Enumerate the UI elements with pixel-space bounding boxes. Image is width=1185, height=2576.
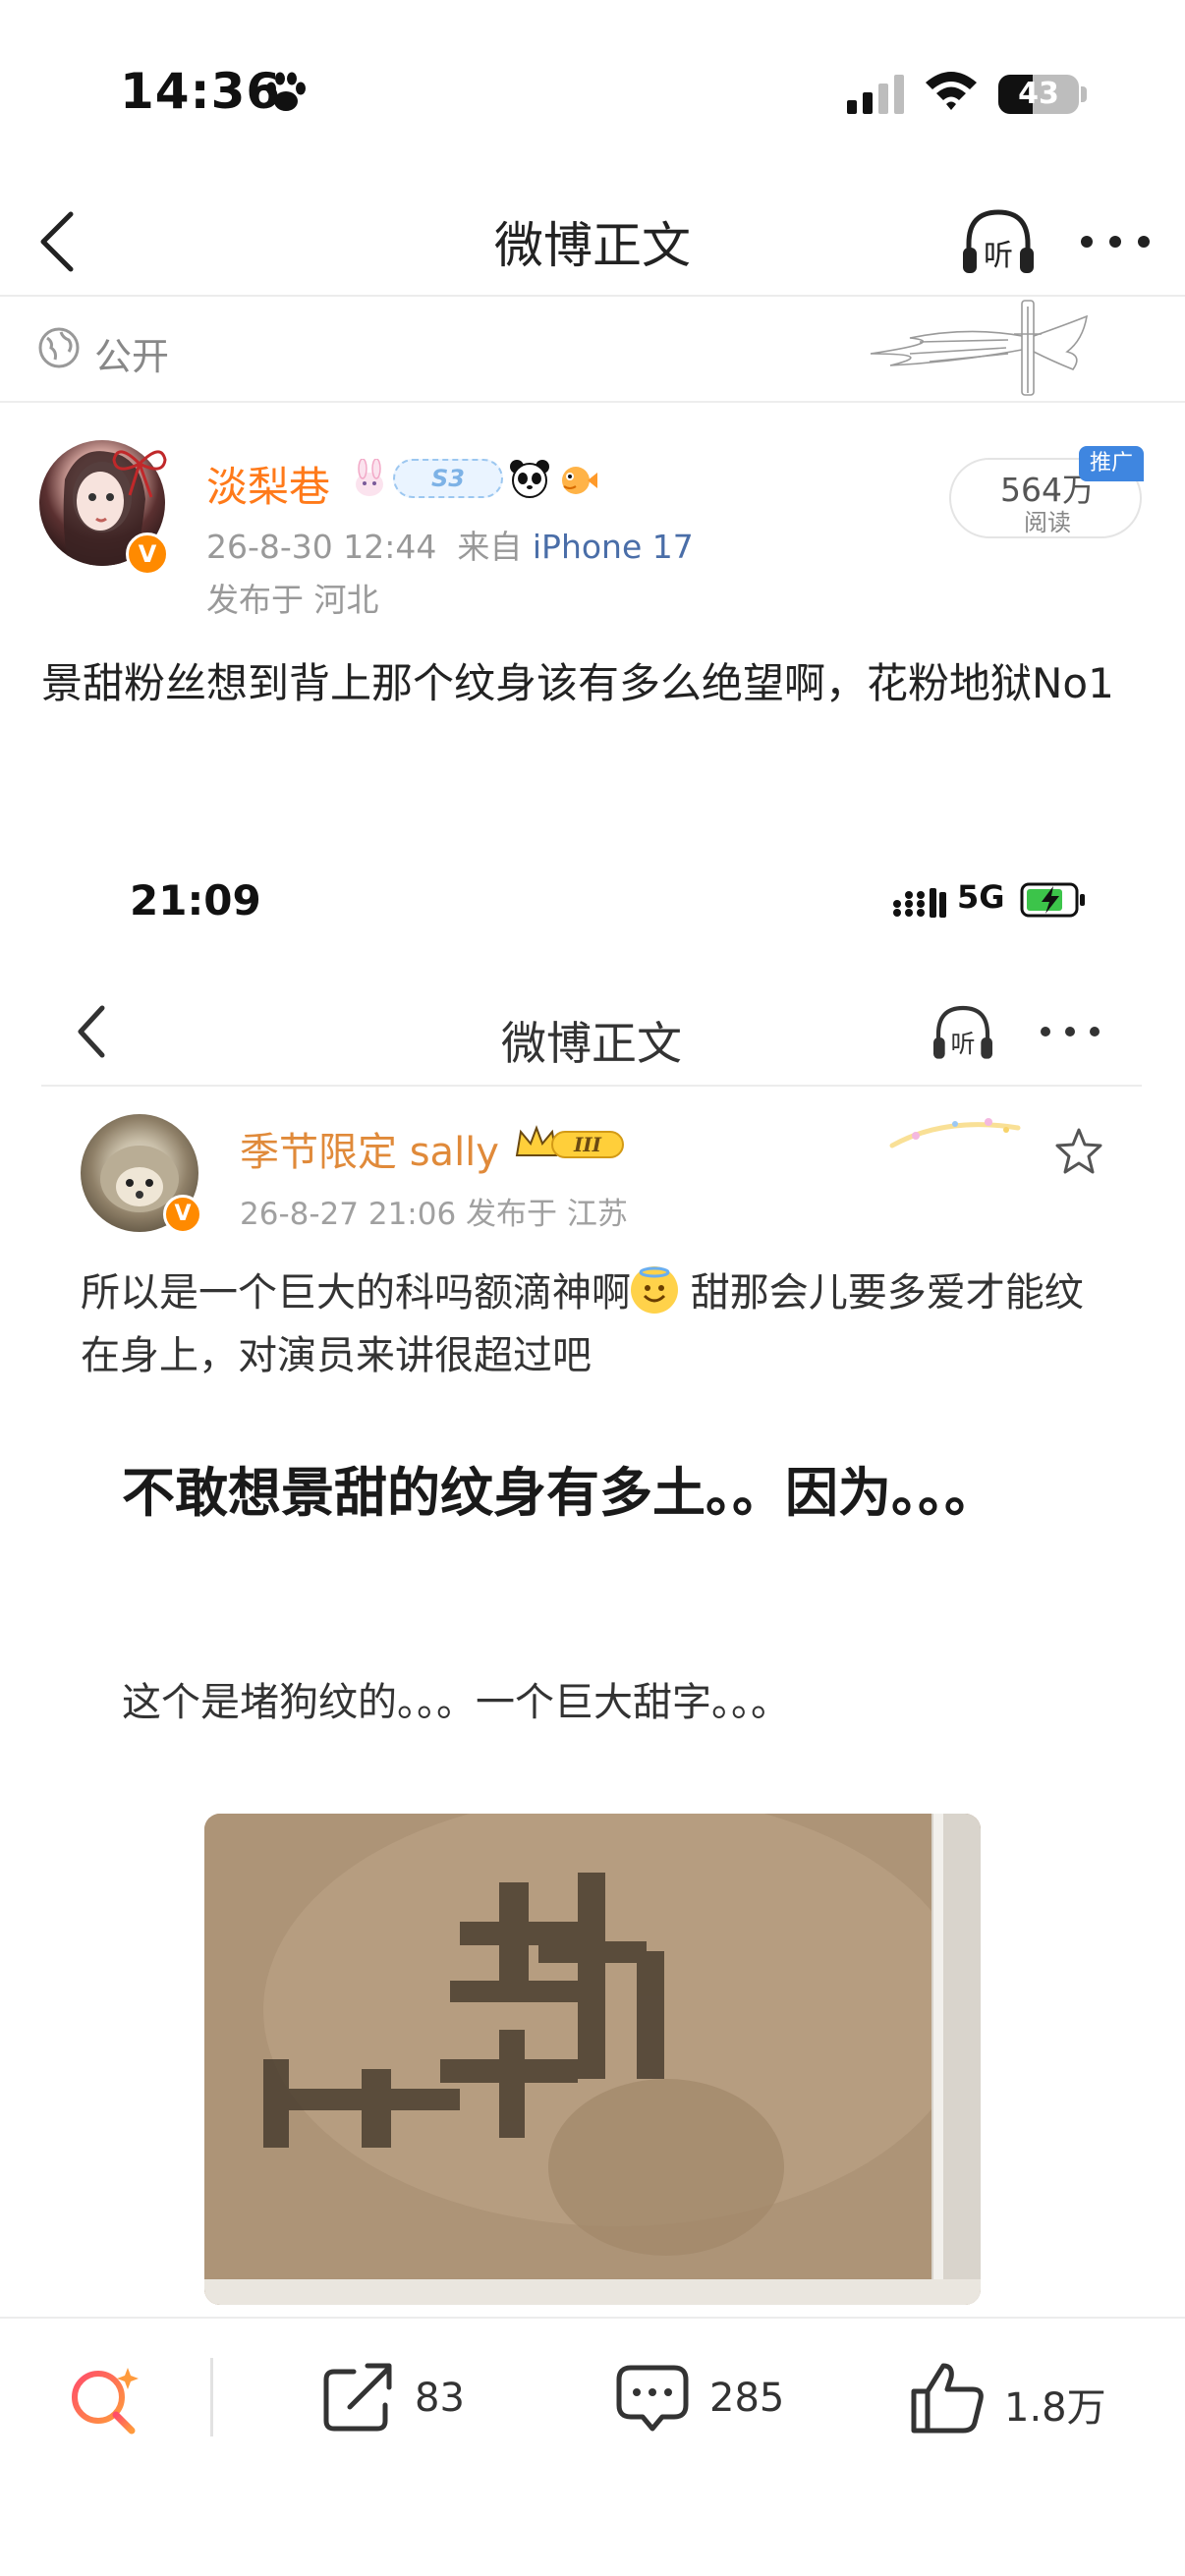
visibility-label: 公开 (94, 335, 170, 378)
embedded-post-meta: 26-8-27 21:06 发布于 江苏 (240, 1197, 628, 1232)
red-bow-icon (112, 450, 167, 498)
more-options-icon[interactable] (1071, 212, 1159, 271)
source-prefix: 来自 (457, 528, 523, 566)
tattoo-photo (204, 1814, 981, 2305)
action-divider (210, 2358, 213, 2436)
embedded-sparkle-decoration (889, 1118, 1021, 1148)
embedded-headphones-icon: 听 (933, 1005, 992, 1059)
embedded-nav-bar: 微博正文 听 (41, 977, 1142, 1087)
cellular-signal-icon (847, 75, 904, 114)
bottom-safe-area (0, 2464, 1185, 2576)
embedded-post-text: 所以是一个巨大的科吗额滴神啊 甜那会儿要多爱才能纹在身上，对演员来讲很超过吧 (81, 1261, 1122, 1387)
like-button[interactable]: 1.8万 (908, 2358, 1134, 2436)
headphones-icon: 听 (963, 209, 1034, 273)
promotion-tag: 推广 (1079, 446, 1144, 481)
verified-badge: V (126, 532, 169, 576)
comment-button[interactable]: 285 (613, 2358, 810, 2436)
embedded-subtext: 这个是堵狗纹的。。。一个巨大甜字。。。 (122, 1680, 790, 1725)
action-bar: 83 285 1.8万 (0, 2317, 1185, 2464)
source-device-link[interactable]: iPhone 17 (533, 528, 694, 566)
like-count: 1.8万 (1004, 2385, 1106, 2431)
embedded-crown-badge-icon: III (515, 1125, 624, 1158)
post-meta: 26-8-30 12:44 来自 iPhone 17 (206, 521, 694, 568)
search-icon[interactable] (67, 2362, 145, 2436)
repost-count: 83 (415, 2376, 465, 2421)
embedded-more-icon (1041, 1027, 1100, 1036)
embedded-screenshot-image[interactable]: 21:09 5G 微博正文 听 V 季节限定 sally III 26-8-27… (41, 829, 1142, 2315)
embedded-status-time: 21:09 (130, 876, 261, 924)
embedded-post-text-part1: 所以是一个巨大的科吗额滴神啊 (81, 1270, 631, 1316)
read-count-label: 阅读 (1024, 509, 1071, 536)
status-bar: 14:36 43 (0, 0, 1185, 187)
embedded-network-label: 5G (957, 878, 1005, 916)
status-time: 14:36 (120, 63, 282, 120)
embedded-headline: 不敢想景甜的纹身有多土。。因为。。。 (122, 1462, 997, 1524)
comment-icon (616, 2365, 689, 2432)
listen-label: 听 (984, 239, 1013, 273)
panda-icon (510, 460, 549, 498)
comment-count: 285 (709, 2376, 785, 2421)
tattoo-photo-content (204, 1814, 981, 2305)
visibility-row: 公开 (0, 297, 1185, 403)
like-thumbs-up-icon (911, 2363, 984, 2434)
halo-smile-emoji-icon (631, 1266, 678, 1314)
embedded-favorite-star-icon (1055, 1128, 1102, 1174)
embedded-verified-badge: V (163, 1195, 202, 1234)
repost-icon (323, 2363, 392, 2432)
embedded-crown-level: III (573, 1133, 602, 1156)
post-time: 26-8-30 12:44 (206, 528, 437, 566)
listen-button[interactable]: 听 (957, 200, 1040, 283)
battery-indicator: 43 (998, 75, 1079, 114)
globe-icon (38, 327, 80, 368)
paw-icon (266, 72, 306, 111)
post-text: 景甜粉丝想到背上那个纹身该有多么绝望啊，花粉地狱No1 (41, 659, 1114, 707)
winged-cross-decoration (870, 300, 1089, 396)
nav-bar: 微博正文 听 (0, 187, 1185, 297)
embedded-author-name: 季节限定 sally (240, 1130, 499, 1175)
embedded-listen-label: 听 (950, 1030, 975, 1058)
battery-tip (1081, 86, 1087, 102)
author-name[interactable]: 淡梨巷 (206, 454, 330, 514)
battery-percent: 43 (1018, 77, 1059, 111)
embedded-battery-charging-icon (1020, 882, 1085, 918)
repost-button[interactable]: 83 (320, 2358, 487, 2436)
embedded-signal-icon (893, 888, 946, 918)
pufferfish-icon (562, 467, 597, 494)
author-badges: S3 (352, 454, 597, 503)
bunny-badge-icon (356, 459, 383, 496)
level-badge: S3 (393, 459, 503, 498)
post-location: 发布于 河北 (206, 581, 379, 619)
wifi-icon (926, 72, 977, 110)
